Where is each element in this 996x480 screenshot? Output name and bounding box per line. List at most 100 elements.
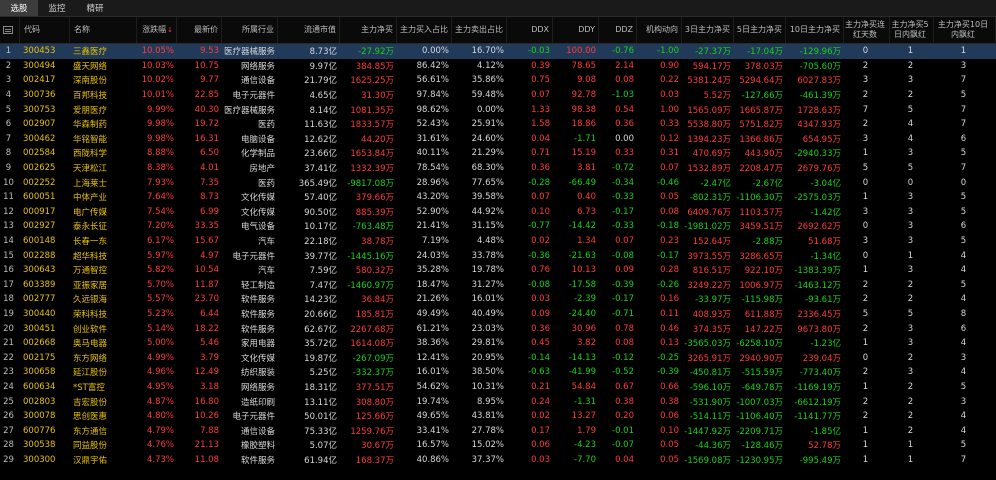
table-row[interactable]: 20 300451 创业软件 5.14% 18.22 软件服务 62.67亿 2267.68万… xyxy=(0,321,996,336)
cell-ddx: -0.63 xyxy=(528,367,550,378)
cell-net-buy-5d: -115.98万 xyxy=(741,295,783,306)
cell-row-index: 1 xyxy=(5,46,12,57)
header-row-index[interactable] xyxy=(0,17,20,43)
cell-red-in-10d: 4 xyxy=(960,367,967,378)
cell-net-buy-5d: 1665.87万 xyxy=(739,105,783,116)
cell-main-sell-ratio: 24.60% xyxy=(471,133,504,144)
table-row[interactable]: 6 002907 华森制药 9.98% 19.72 医药 11.63亿 1833.57万 52.… xyxy=(0,117,996,132)
cell-inst-trend: -0.18 xyxy=(657,221,679,232)
cell-float-cap: 14.23亿 xyxy=(304,295,337,306)
table-row[interactable]: 17 603389 亚振家居 5.70% 11.87 轻工制造 7.47亿 -1460.97万… xyxy=(0,278,996,293)
table-row[interactable]: 11 600051 中体产业 7.64% 8.73 文化传媒 57.40亿 379.66万 43… xyxy=(0,190,996,205)
cell-ddy: 30.96 xyxy=(571,323,596,334)
cell-industry: 通信设备 xyxy=(240,76,275,87)
table-row[interactable]: 28 300538 同益股份 4.76% 21.13 橡胶塑料 5.07亿 30.67万 16.… xyxy=(0,438,996,453)
header-net-buy-3d[interactable]: 3日主力净买 xyxy=(682,17,734,43)
table-row[interactable]: 22 002175 东方网络 4.99% 3.79 文化传媒 19.87亿 -267.09万 1… xyxy=(0,350,996,365)
table-row[interactable]: 2 300494 盛天网络 10.03% 10.75 网络服务 9.97亿 384.85万 86… xyxy=(0,59,996,74)
header-industry[interactable]: 所属行业 xyxy=(222,17,278,43)
cell-inst-trend: 0.08 xyxy=(660,206,679,217)
cell-net-buy-3d: -33.97万 xyxy=(695,295,731,306)
cell-change-pct: 5.14% xyxy=(146,323,174,334)
cell-name: 爱朋医疗 xyxy=(73,105,108,116)
cell-net-buy-5d: -515.59万 xyxy=(741,368,783,379)
table-row[interactable]: 27 600776 东方通信 4.79% 7.88 通信设备 75.33亿 1259.76万 3… xyxy=(0,423,996,438)
cell-inst-trend: 0.28 xyxy=(660,265,679,276)
header-inst-trend[interactable]: 机构动向 xyxy=(637,17,682,43)
header-ddy[interactable]: DDY xyxy=(553,17,599,43)
header-label: 主力净买连红天数 xyxy=(845,20,885,39)
header-ddz[interactable]: DDZ xyxy=(599,17,637,43)
table-row[interactable]: 19 300440 荣科科技 5.23% 6.44 软件服务 20.66亿 185.81万 49… xyxy=(0,307,996,322)
cell-red-in-10d: 4 xyxy=(960,338,967,349)
cell-industry: 电气设备 xyxy=(240,222,275,233)
cell-latest-price: 9.53 xyxy=(200,46,219,57)
cell-net-buy-10d: -773.40万 xyxy=(799,368,841,379)
cell-code: 300736 xyxy=(23,90,56,101)
cell-net-buy-10d: -2940.33万 xyxy=(794,149,841,160)
table-row[interactable]: 25 002803 吉宏股份 4.87% 16.80 造纸印刷 13.11亿 308.80万 1… xyxy=(0,394,996,409)
cell-net-buy-10d: 52.78万 xyxy=(808,441,841,452)
table-row[interactable]: 13 002927 泰永长征 7.20% 33.35 电气设备 10.17亿 -763.48万… xyxy=(0,219,996,234)
cell-ddx: 0.39 xyxy=(531,60,550,71)
header-main-sell-ratio[interactable]: 主力卖出占比 xyxy=(452,17,507,43)
table-row[interactable]: 1 300453 三鑫医疗 10.05% 9.53 医疗器械服务 8.73亿 -27.92万 0… xyxy=(0,44,996,59)
cell-change-pct: 5.82% xyxy=(146,265,174,276)
cell-red-in-5d: 1 xyxy=(907,46,914,57)
header-net-buy-streak[interactable]: 主力净买连红天数 xyxy=(844,17,890,43)
cell-red-in-10d: 5 xyxy=(960,440,967,451)
cell-float-cap: 12.62亿 xyxy=(304,134,337,145)
tab-research[interactable]: 精研 xyxy=(76,0,114,16)
cell-ddz: 0.07 xyxy=(615,236,634,247)
tab-monitor[interactable]: 监控 xyxy=(38,0,76,16)
cell-inst-trend: -0.25 xyxy=(657,352,679,363)
cell-net-buy-3d: -3565.03万 xyxy=(684,339,731,350)
header-ddx[interactable]: DDX xyxy=(507,17,553,43)
header-change-pct[interactable]: 涨跌幅 ↓ xyxy=(137,17,177,43)
cell-float-cap: 50.01亿 xyxy=(304,412,337,423)
cell-code: 002417 xyxy=(23,75,56,86)
table-row[interactable]: 9 002625 天津松江 8.38% 4.01 房地产 37.41亿 1332.39万 78.… xyxy=(0,161,996,176)
cell-float-cap: 7.47亿 xyxy=(309,280,337,291)
table-row[interactable]: 7 300462 华铭智能 9.98% 16.31 电脑设备 12.62亿 44.20万 31.… xyxy=(0,132,996,147)
cell-float-cap: 20.66亿 xyxy=(304,309,337,320)
header-net-buy-10d[interactable]: 10日主力净买 xyxy=(786,17,844,43)
header-main-net-buy[interactable]: 主力净买 xyxy=(340,17,397,43)
cell-main-sell-ratio: 15.02% xyxy=(471,440,504,451)
header-main-buy-ratio[interactable]: 主力买入占比 xyxy=(397,17,452,43)
cell-latest-price: 4.97 xyxy=(200,250,219,261)
table-row[interactable]: 3 002417 深南股份 10.02% 9.77 通信设备 21.79亿 1625.25万 5… xyxy=(0,73,996,88)
table-row[interactable]: 26 300078 思创医惠 4.80% 10.26 电子元器件 50.01亿 125.66万… xyxy=(0,409,996,424)
table-row[interactable]: 12 000917 电广传媒 7.54% 6.99 文化传媒 90.50亿 885.39万 52… xyxy=(0,205,996,220)
table-row[interactable]: 5 300753 爱朋医疗 9.99% 40.30 医疗器械服务 8.14亿 1081.35万… xyxy=(0,102,996,117)
cell-name: 超华科技 xyxy=(73,251,108,262)
cell-net-buy-3d: -27.37万 xyxy=(695,47,731,58)
header-code[interactable]: 代码 xyxy=(20,17,70,43)
menu-icon[interactable] xyxy=(3,26,13,34)
table-row[interactable]: 8 002584 西陇科学 8.88% 6.50 化学制品 23.66亿 1653.84万 40… xyxy=(0,146,996,161)
table-row[interactable]: 23 300658 延江股份 4.96% 12.49 纺织服装 5.25亿 -332.37万 1… xyxy=(0,365,996,380)
tab-select-stock[interactable]: 选股 xyxy=(0,0,38,16)
cell-row-index: 13 xyxy=(3,221,14,232)
table-row[interactable]: 24 600634 *ST富控 4.95% 3.18 网络服务 18.31亿 377.51万 5… xyxy=(0,380,996,395)
cell-inst-trend: 0.66 xyxy=(660,381,679,392)
cell-ddy: -1.71 xyxy=(574,133,596,144)
cell-code: 002288 xyxy=(23,250,56,261)
header-latest-price[interactable]: 最新价 xyxy=(177,17,222,43)
header-red-in-5d[interactable]: 主力净买5日内飘红 xyxy=(890,17,934,43)
table-row[interactable]: 16 300643 万通智控 5.82% 10.54 汽车 7.59亿 580.32万 35.2… xyxy=(0,263,996,278)
table-row[interactable]: 10 002252 上海莱士 7.93% 7.35 医药 365.49亿 -9817.08万 2… xyxy=(0,175,996,190)
table-row[interactable]: 14 600148 长春一东 6.17% 15.67 汽车 22.18亿 38.78万 7.19… xyxy=(0,234,996,249)
header-net-buy-5d[interactable]: 5日主力净买 xyxy=(734,17,786,43)
cell-ddz: -0.01 xyxy=(612,425,634,436)
cell-industry: 橡胶塑料 xyxy=(240,441,275,452)
header-float-cap[interactable]: 流通市值 xyxy=(278,17,340,43)
table-row[interactable]: 21 002668 奥马电器 5.00% 5.46 家用电器 35.72亿 1614.08万 3… xyxy=(0,336,996,351)
table-row[interactable]: 18 002777 久远银海 5.57% 23.70 软件服务 14.23亿 36.84万 21… xyxy=(0,292,996,307)
table-row[interactable]: 29 300300 汉鼎宇佑 4.73% 11.08 软件服务 61.94亿 168.37万 4… xyxy=(0,453,996,468)
table-row[interactable]: 4 300736 百邦科技 10.01% 22.85 电子元器件 4.65亿 31.30万 97… xyxy=(0,88,996,103)
header-name[interactable]: 名称 xyxy=(70,17,137,43)
table-row[interactable]: 15 002288 超华科技 5.97% 4.97 电子元器件 39.77亿 -1445.16… xyxy=(0,248,996,263)
cell-red-in-10d: 8 xyxy=(960,308,967,319)
header-red-in-10d[interactable]: 主力净买10日内飘红 xyxy=(934,17,996,43)
